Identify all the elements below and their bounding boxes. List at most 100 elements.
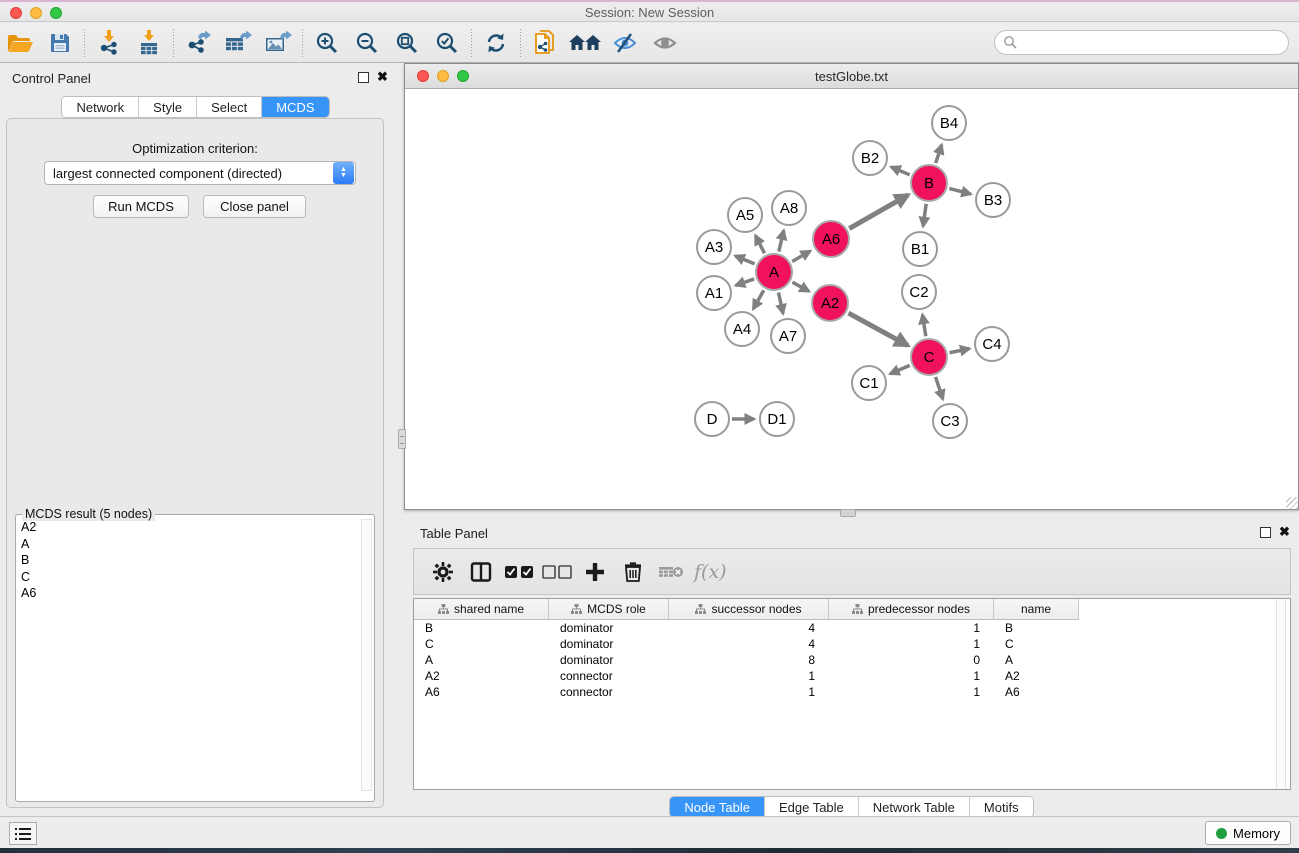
network-window-titlebar[interactable]: testGlobe.txt	[405, 64, 1298, 89]
tab-network[interactable]: Network	[62, 97, 139, 117]
cell-successor_nodes[interactable]: 8	[669, 653, 829, 667]
graph-edge-B-B4[interactable]	[936, 145, 942, 163]
graph-node-A5[interactable]: A5	[727, 197, 763, 233]
cell-predecessor_nodes[interactable]: 1	[829, 621, 994, 635]
graph-edge-A-A1[interactable]	[736, 279, 754, 285]
graph-node-B2[interactable]: B2	[852, 140, 888, 176]
graph-node-A4[interactable]: A4	[724, 311, 760, 347]
optimization-criterion-select[interactable]: largest connected component (directed) ▲…	[44, 161, 356, 185]
graph-node-A1[interactable]: A1	[696, 275, 732, 311]
graph-node-B3[interactable]: B3	[975, 182, 1011, 218]
mcds-list-scrollbar[interactable]	[361, 519, 372, 791]
cell-name[interactable]: A6	[994, 685, 1079, 699]
graph-node-B4[interactable]: B4	[931, 105, 967, 141]
graph-edge-A-A5[interactable]	[755, 235, 764, 253]
cell-name[interactable]: A2	[994, 669, 1079, 683]
graph-node-C3[interactable]: C3	[932, 403, 968, 439]
tab-node-table[interactable]: Node Table	[670, 797, 765, 817]
graph-edge-B-B3[interactable]	[949, 188, 970, 194]
cell-shared_name[interactable]: B	[414, 621, 549, 635]
zoom-fit-icon[interactable]	[387, 26, 427, 60]
function-builder-icon[interactable]: f(x)	[694, 561, 727, 583]
graph-node-C[interactable]: C	[910, 338, 948, 376]
cell-mcds_role[interactable]: dominator	[549, 653, 669, 667]
search-box[interactable]	[994, 30, 1289, 55]
column-header-name[interactable]: name	[994, 599, 1079, 619]
table-row[interactable]: Cdominator41C	[414, 636, 1290, 652]
table-row[interactable]: A6connector11A6	[414, 684, 1290, 700]
export-image-icon[interactable]	[258, 26, 298, 60]
task-history-button[interactable]	[9, 822, 37, 845]
tab-select[interactable]: Select	[197, 97, 262, 117]
home-icon[interactable]	[565, 26, 605, 60]
cell-predecessor_nodes[interactable]: 0	[829, 653, 994, 667]
mcds-result-item[interactable]: C	[18, 569, 360, 586]
cell-successor_nodes[interactable]: 4	[669, 637, 829, 651]
graph-node-B1[interactable]: B1	[902, 231, 938, 267]
column-header-shared-name[interactable]: shared name	[414, 599, 549, 619]
column-header-MCDS-role[interactable]: MCDS role	[549, 599, 669, 619]
cell-mcds_role[interactable]: connector	[549, 669, 669, 683]
split-columns-icon[interactable]	[462, 554, 500, 590]
export-network-icon[interactable]	[178, 26, 218, 60]
cell-mcds_role[interactable]: dominator	[549, 637, 669, 651]
graph-edge-A-A4[interactable]	[753, 290, 763, 309]
zoom-in-icon[interactable]	[307, 26, 347, 60]
cell-predecessor_nodes[interactable]: 1	[829, 669, 994, 683]
column-header-successor-nodes[interactable]: successor nodes	[669, 599, 829, 619]
zoom-out-icon[interactable]	[347, 26, 387, 60]
select-all-columns-icon[interactable]	[500, 554, 538, 590]
graph-edge-A-A6[interactable]	[792, 251, 810, 261]
graph-node-A2[interactable]: A2	[811, 284, 849, 322]
graph-edge-B-B2[interactable]	[891, 167, 909, 175]
show-icon[interactable]	[645, 26, 685, 60]
table-scrollbar[interactable]	[1276, 599, 1286, 789]
cell-successor_nodes[interactable]: 4	[669, 621, 829, 635]
float-panel-icon[interactable]	[358, 72, 369, 83]
tab-network-table[interactable]: Network Table	[859, 797, 970, 817]
delete-table-icon[interactable]	[652, 554, 690, 590]
open-folder-icon[interactable]	[0, 26, 40, 60]
cell-shared_name[interactable]: A	[414, 653, 549, 667]
cell-name[interactable]: B	[994, 621, 1079, 635]
graph-node-C2[interactable]: C2	[901, 274, 937, 310]
graph-edge-C-C1[interactable]	[890, 365, 910, 374]
cell-predecessor_nodes[interactable]: 1	[829, 685, 994, 699]
graph-edge-C-C2[interactable]	[922, 315, 925, 337]
import-table-icon[interactable]	[129, 26, 169, 60]
close-panel-icon[interactable]: ✖	[377, 70, 388, 84]
close-table-panel-icon[interactable]: ✖	[1279, 525, 1290, 539]
mcds-result-item[interactable]: A6	[18, 585, 360, 602]
graph-node-A7[interactable]: A7	[770, 318, 806, 354]
graph-node-A[interactable]: A	[755, 253, 793, 291]
graph-node-A6[interactable]: A6	[812, 220, 850, 258]
column-header-predecessor-nodes[interactable]: predecessor nodes	[829, 599, 994, 619]
horizontal-splitter-handle[interactable]	[840, 509, 856, 517]
left-splitter-grip[interactable]	[398, 429, 406, 449]
delete-icon[interactable]	[614, 554, 652, 590]
cell-shared_name[interactable]: C	[414, 637, 549, 651]
table-row[interactable]: A2connector11A2	[414, 668, 1290, 684]
graph-node-D1[interactable]: D1	[759, 401, 795, 437]
tab-motifs[interactable]: Motifs	[970, 797, 1033, 817]
cell-shared_name[interactable]: A6	[414, 685, 549, 699]
graph-node-A3[interactable]: A3	[696, 229, 732, 265]
graph-edge-A2-C[interactable]	[848, 313, 907, 345]
import-network-icon[interactable]	[89, 26, 129, 60]
tab-mcds[interactable]: MCDS	[262, 97, 328, 117]
graph-edge-A6-B[interactable]	[849, 195, 908, 229]
graph-node-B[interactable]: B	[910, 164, 948, 202]
graph-node-D[interactable]: D	[694, 401, 730, 437]
hide-icon[interactable]	[605, 26, 645, 60]
zoom-selected-icon[interactable]	[427, 26, 467, 60]
memory-button[interactable]: Memory	[1205, 821, 1291, 845]
graph-node-C4[interactable]: C4	[974, 326, 1010, 362]
cell-successor_nodes[interactable]: 1	[669, 685, 829, 699]
new-network-icon[interactable]	[525, 26, 565, 60]
table-row[interactable]: Bdominator41B	[414, 620, 1290, 636]
network-canvas[interactable]: AA1A3A4A5A7A8A6A2BB1B2B3B4CC1C2C3C4DD1	[406, 90, 1297, 509]
graph-edge-A-A3[interactable]	[735, 256, 754, 264]
search-input[interactable]	[1018, 33, 1288, 53]
window-resize-grip[interactable]	[1286, 497, 1298, 509]
mcds-result-item[interactable]: B	[18, 552, 360, 569]
